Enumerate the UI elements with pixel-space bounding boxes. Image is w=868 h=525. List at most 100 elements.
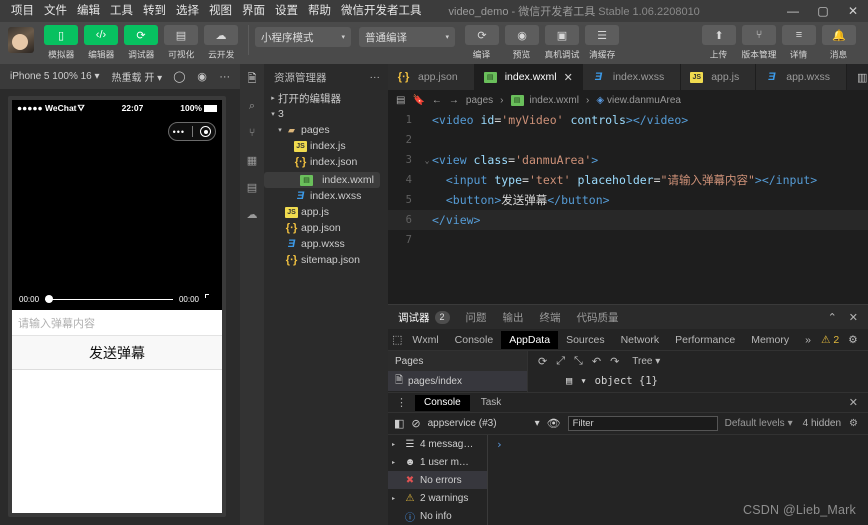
redo-icon[interactable]: ↷ [610,355,619,368]
menu-item-0[interactable]: 项目 [6,0,39,22]
toolbar-button-编译[interactable]: ⟳ 编译 [463,25,501,61]
toolbar-button-编辑器[interactable]: ‹/› 编辑器 [82,25,120,61]
breadcrumb-item-file[interactable]: index.wxml [530,95,579,106]
forward-icon[interactable]: → [449,95,459,106]
toolbar-button-上传[interactable]: ⬆ 上传 [700,25,738,61]
appdata-object-row[interactable]: ▤ ▾ object {1} [528,371,868,391]
toolbar-button-真机调试[interactable]: ▣ 真机调试 [543,25,581,61]
menu-item-6[interactable]: 视图 [204,0,237,22]
editor-tab-app.json[interactable]: {∙} app.json [388,64,475,90]
console-levels-select[interactable]: Default levels ▾ [725,418,793,429]
toolbar-button-消息[interactable]: 🔔 消息 [820,25,858,61]
record-icon[interactable]: ◉ [193,68,212,86]
console-sidebar-row[interactable]: ✖ No errors [388,471,487,489]
hotreload-select[interactable]: 热重载 开 ▾ [108,67,167,86]
debugger-tab-代码质量[interactable]: 代码质量 [577,310,619,325]
explorer-section[interactable]: ▾ 3 [264,106,388,122]
files-icon[interactable]: 🗎 [243,70,261,88]
toolbar-button-清缓存[interactable]: ☰ 清缓存 [583,25,621,61]
more-icon[interactable]: ··· [370,71,381,83]
expand-icon[interactable]: ⤢ [556,355,565,368]
twisty-icon[interactable]: ▸ [392,441,400,448]
console-sidebar-row[interactable]: ▸ ☰ 4 messag… [388,435,487,453]
devtools-tab-Memory[interactable]: Memory [743,331,797,349]
file-tree-item-pages[interactable]: ▾ ▰ pages [264,122,388,138]
video-player[interactable]: ••• [12,116,222,288]
maximize-icon[interactable]: ▢ [808,0,838,22]
twisty-icon[interactable]: ▾ [275,126,285,134]
devtools-tab-AppData[interactable]: AppData [501,330,559,349]
twisty-icon[interactable]: ▾ [268,110,278,118]
outline-icon[interactable]: ▤ [396,95,405,106]
close-icon[interactable]: ✕ [838,0,868,22]
code-line[interactable]: 5 <button>发送弹幕</button> [388,190,868,210]
devtools-tab-Wxml[interactable]: Wxml [404,331,446,349]
console-sidebar-row[interactable]: ⓘ No info [388,507,487,525]
twisty-icon[interactable]: ▾ [580,375,586,387]
toolbar-button-预览[interactable]: ◉ 预览 [503,25,541,61]
file-tree-item-app.json[interactable]: {∙} app.json [264,220,388,236]
code-editor[interactable]: 1 <video id='myVideo' controls></video> … [388,110,868,304]
explorer-section[interactable]: ▸ 打开的编辑器 [264,90,388,106]
more-icon[interactable]: ••• [173,127,185,137]
editor-tab-index.wxml[interactable]: ▤ index.wxml ✕ [474,64,583,90]
bookmark-icon[interactable]: 🔖 [412,95,424,106]
collapse-icon[interactable]: ⤡ [574,355,583,368]
menu-item-10[interactable]: 微信开发者工具 [336,0,427,22]
gear-icon[interactable]: ⚙ [849,418,858,429]
editor-tab-index.wxss[interactable]: Ǝ index.wxss [582,64,682,90]
danmu-input[interactable]: 请输入弹幕内容 [12,310,222,336]
code-line[interactable]: 1 <video id='myVideo' controls></video> [388,110,868,130]
toolbar-button-云开发[interactable]: ☁ 云开发 [202,25,240,61]
debugger-tab-终端[interactable]: 终端 [540,310,561,325]
file-tree-item-index.wxml[interactable]: ▤ index.wxml [264,172,380,188]
close-icon[interactable]: ✕ [564,71,573,84]
undo-icon[interactable]: ↶ [592,355,601,368]
editor-tab-app.js[interactable]: JS app.js [681,64,757,90]
file-tree-item-app.js[interactable]: JS app.js [264,204,388,220]
file-tree-item-index.wxss[interactable]: Ǝ index.wxss [264,188,388,204]
file-tree-item-sitemap.json[interactable]: {∙} sitemap.json [264,252,388,268]
inspect-icon[interactable]: ⬚ [392,331,402,349]
file-tree-item-index.js[interactable]: JS index.js [264,138,388,154]
debugger-tab-问题[interactable]: 问题 [466,310,487,325]
console-filter-input[interactable]: Filter [567,416,718,431]
gear-icon[interactable]: ⚙ [848,334,857,346]
warning-count[interactable]: ⚠ 2 [821,334,839,346]
console-context-select[interactable]: appservice (#3) ▾ [428,418,540,429]
toolbar-button-详情[interactable]: ≡ 详情 [780,25,818,61]
menu-item-7[interactable]: 界面 [237,0,270,22]
menu-item-1[interactable]: 文件 [39,0,72,22]
tree-mode-select[interactable]: Tree ▾ [632,356,660,367]
fullscreen-icon[interactable] [205,294,215,304]
console-sidebar-row[interactable]: ▸ ⚠ 2 warnings [388,489,487,507]
twisty-icon[interactable]: ▸ [268,94,278,102]
devtools-tab-Performance[interactable]: Performance [667,331,743,349]
avatar[interactable] [8,27,34,53]
source-control-icon[interactable]: ⑂ [243,124,261,142]
send-danmu-button[interactable]: 发送弹幕 [12,336,222,370]
refresh-icon[interactable]: ◯ [170,68,189,86]
breadcrumb-item-pages[interactable]: pages [466,95,493,106]
kebab-icon[interactable]: ⋮ [392,396,411,409]
collapse-icon[interactable]: ⌃ [828,311,837,324]
editor-tab-app.wxss[interactable]: Ǝ app.wxss [756,64,848,90]
menu-item-9[interactable]: 帮助 [303,0,336,22]
wechat-capsule[interactable]: ••• [168,122,216,141]
menu-item-4[interactable]: 转到 [138,0,171,22]
device-select[interactable]: iPhone 5 100% 16 ▾ [6,69,104,84]
fold-icon[interactable]: ⌄ [422,156,432,165]
eye-icon[interactable]: 👁 [547,417,561,430]
menu-item-8[interactable]: 设置 [270,0,303,22]
video-progress-bar[interactable] [45,295,173,303]
close-icon[interactable]: ✕ [849,396,864,409]
file-tree-item-app.wxss[interactable]: Ǝ app.wxss [264,236,388,252]
toolbar-button-调试器[interactable]: ⟳ 调试器 [122,25,160,61]
search-icon[interactable]: ⌕ [243,97,261,115]
mode-select[interactable]: 小程序模式 ▾ [255,27,351,47]
more-icon[interactable]: ··· [215,68,234,86]
drawer-tab-Console[interactable]: Console [415,394,470,411]
toolbar-button-版本管理[interactable]: ⑂ 版本管理 [740,25,778,61]
devtools-tab-Sources[interactable]: Sources [558,331,613,349]
twisty-icon[interactable]: ▸ [392,459,400,466]
